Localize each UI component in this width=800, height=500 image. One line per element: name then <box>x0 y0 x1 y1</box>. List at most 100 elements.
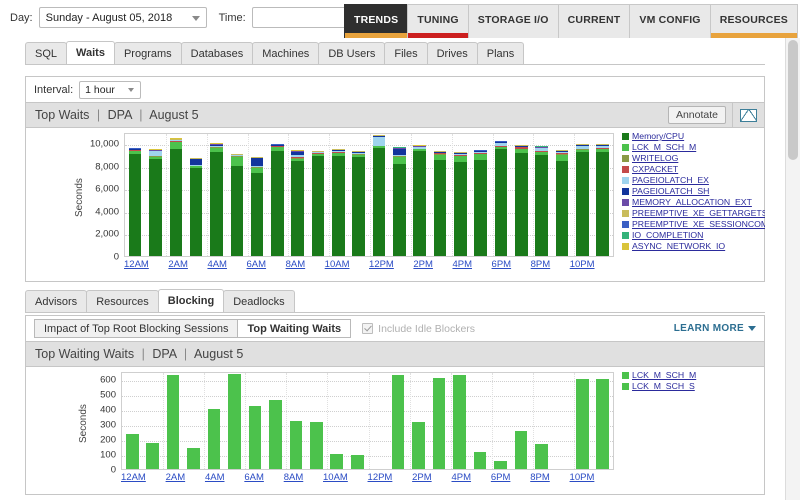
bar[interactable] <box>352 151 365 256</box>
bar-slot[interactable] <box>328 134 348 256</box>
bar-slot[interactable] <box>163 373 183 469</box>
include-idle-blockers-checkbox[interactable]: Include Idle Blockers <box>362 323 475 335</box>
bar[interactable] <box>433 378 446 469</box>
impact-root-blocking-button[interactable]: Impact of Top Root Blocking Sessions <box>34 319 238 338</box>
nav-tab-tuning[interactable]: TUNING <box>407 4 468 38</box>
bar-slot[interactable] <box>186 134 206 256</box>
bar[interactable] <box>231 154 244 256</box>
x-tick-label[interactable]: 2AM <box>166 472 186 483</box>
bar[interactable] <box>454 152 467 256</box>
annotate-button[interactable]: Annotate <box>668 106 726 124</box>
bar[interactable] <box>596 144 609 256</box>
day-select[interactable]: Sunday - August 05, 2018 <box>39 7 207 28</box>
x-tick-label[interactable]: 10PM <box>570 472 595 483</box>
bar-slot[interactable] <box>408 373 428 469</box>
bar[interactable] <box>129 148 142 256</box>
bar-slot[interactable] <box>265 373 285 469</box>
x-tick-label[interactable]: 10AM <box>325 259 350 270</box>
legend-item[interactable]: PREEMPTIVE_XE_GETTARGETSTA <box>622 208 783 218</box>
bar-slot[interactable] <box>306 373 326 469</box>
legend-item[interactable]: Memory/CPU <box>622 131 783 141</box>
bar[interactable] <box>535 146 548 256</box>
bar-slot[interactable] <box>247 134 267 256</box>
bar-slot[interactable] <box>308 134 328 256</box>
bar[interactable] <box>269 400 282 469</box>
bar-slot[interactable] <box>288 134 308 256</box>
bar-slot[interactable] <box>122 373 142 469</box>
bar-slot[interactable] <box>470 373 490 469</box>
bar[interactable] <box>515 431 528 469</box>
tab-programs[interactable]: Programs <box>114 42 182 64</box>
bar-slot[interactable] <box>349 134 369 256</box>
legend-item[interactable]: LCK_M_SCH_M <box>622 142 783 152</box>
legend-item[interactable]: WRITELOG <box>622 153 783 163</box>
bar-slot[interactable] <box>267 134 287 256</box>
nav-tab-trends[interactable]: TRENDS <box>344 4 408 38</box>
bar[interactable] <box>576 379 589 469</box>
bar-slot[interactable] <box>552 134 572 256</box>
bar[interactable] <box>373 135 386 256</box>
bar-slot[interactable] <box>593 134 613 256</box>
tab-machines[interactable]: Machines <box>252 42 319 64</box>
bar-slot[interactable] <box>490 373 510 469</box>
bar-slot[interactable] <box>511 134 531 256</box>
x-tick-label[interactable]: 12AM <box>124 259 149 270</box>
bar-slot[interactable] <box>471 134 491 256</box>
bar-slot[interactable] <box>572 134 592 256</box>
bar[interactable] <box>351 455 364 469</box>
bar-slot[interactable] <box>125 134 145 256</box>
legend-item[interactable]: MEMORY_ALLOCATION_EXT <box>622 197 783 207</box>
bar[interactable] <box>290 421 303 469</box>
bar-slot[interactable] <box>410 134 430 256</box>
bar[interactable] <box>413 145 426 256</box>
bar[interactable] <box>494 461 507 469</box>
bar-slot[interactable] <box>572 373 592 469</box>
legend-item[interactable]: LCK_M_SCH_M <box>622 370 696 380</box>
bar-slot[interactable] <box>206 134 226 256</box>
x-tick-label[interactable]: 10PM <box>570 259 595 270</box>
bar-slot[interactable] <box>369 134 389 256</box>
x-tick-label[interactable]: 4PM <box>452 259 472 270</box>
tab-plans[interactable]: Plans <box>477 42 525 64</box>
bar-slot[interactable] <box>429 373 449 469</box>
tab-files[interactable]: Files <box>384 42 427 64</box>
bar[interactable] <box>412 422 425 469</box>
bar-slot[interactable] <box>592 373 612 469</box>
nav-tab-resources[interactable]: RESOURCES <box>710 4 798 38</box>
bar[interactable] <box>190 158 203 256</box>
legend-item[interactable]: LCK_M_SCH_S <box>622 381 696 391</box>
bar[interactable] <box>149 149 162 256</box>
x-tick-label[interactable]: 4PM <box>451 472 471 483</box>
bar-slot[interactable] <box>367 373 387 469</box>
tab-drives[interactable]: Drives <box>427 42 478 64</box>
bar[interactable] <box>251 157 264 256</box>
bar-slot[interactable] <box>531 373 551 469</box>
plot-box[interactable] <box>121 372 614 470</box>
x-tick-label[interactable]: 2PM <box>413 259 433 270</box>
bar-slot[interactable] <box>224 373 244 469</box>
bar[interactable] <box>393 147 406 256</box>
bar[interactable] <box>310 422 323 469</box>
tab-blocking[interactable]: Blocking <box>158 289 224 312</box>
tab-resources[interactable]: Resources <box>86 290 159 312</box>
plot-box[interactable] <box>124 133 614 257</box>
bar[interactable] <box>535 444 548 469</box>
bar-slot[interactable] <box>286 373 306 469</box>
legend-item[interactable]: PREEMPTIVE_XE_SESSIONCOMMIT <box>622 219 783 229</box>
bar-slot[interactable] <box>347 373 367 469</box>
legend-item[interactable]: ASYNC_NETWORK_IO <box>622 241 783 251</box>
top-waiting-waits-button[interactable]: Top Waiting Waits <box>237 319 351 338</box>
x-tick-label[interactable]: 10AM <box>323 472 348 483</box>
tab-deadlocks[interactable]: Deadlocks <box>223 290 294 312</box>
tab-databases[interactable]: Databases <box>181 42 254 64</box>
x-tick-label[interactable]: 4AM <box>207 259 227 270</box>
bar[interactable] <box>332 149 345 256</box>
x-tick-label[interactable]: 12AM <box>121 472 146 483</box>
tab-sql[interactable]: SQL <box>25 42 67 64</box>
bar[interactable] <box>126 434 139 469</box>
bar[interactable] <box>271 144 284 256</box>
learn-more-dropdown[interactable]: LEARN MORE <box>674 323 756 334</box>
bar-slot[interactable] <box>552 373 572 469</box>
legend-item[interactable]: IO_COMPLETION <box>622 230 783 240</box>
bar-slot[interactable] <box>532 134 552 256</box>
